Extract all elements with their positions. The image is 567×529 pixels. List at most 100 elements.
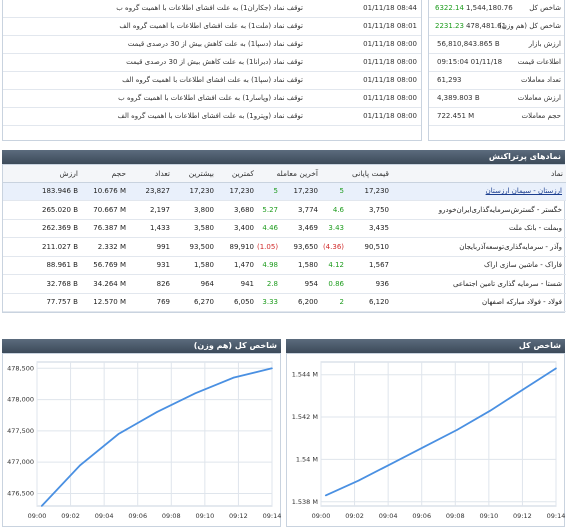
close-price: 90,510 <box>347 237 393 257</box>
y-tick-label: 476,500 <box>7 489 34 497</box>
stat-row: ارزش بازار 56,810,843.865 B <box>429 36 564 54</box>
symbol-name[interactable]: وآذر - سرمایه‌گذاری‌توسعه‌آذربایجان <box>392 237 567 257</box>
last-change: 3.33 <box>257 293 282 312</box>
symbol-link[interactable]: ارزستان - سیمان ارزستان <box>486 187 562 195</box>
table-row[interactable]: فاراک - ماشین سازی اراک 1,567 4.12 1,580 4.9… <box>3 256 567 275</box>
series-point <box>423 445 426 448</box>
table-row[interactable]: ارزستان - سیمان ارزستان 17,230 5 17,230 5 17,… <box>3 182 567 201</box>
symbol-name[interactable]: خگستر - گسترش‌سرمایه‌گذاری‌ایران‌خودرو <box>392 200 567 220</box>
max-price: 6,270 <box>173 293 217 312</box>
active-symbols-title: نمادهای پرتراکنش <box>488 152 561 161</box>
x-tick-label: 09:08 <box>162 512 181 520</box>
message-text: توقف نماد (دسپا1) به علت کاهش بیش از 30 … <box>127 40 303 48</box>
col-header-name[interactable]: نماد <box>392 165 567 183</box>
y-tick-label: 1.54 M <box>296 455 318 463</box>
stat-number: 09:15:04 01/11/18 <box>437 58 503 66</box>
stat-row: حجم معاملات 722.451 M <box>429 108 564 126</box>
series-point <box>456 428 459 431</box>
y-tick-label: 478,500 <box>7 364 34 372</box>
trade-value: 262.369 B <box>3 219 81 238</box>
x-tick-label: 09:06 <box>128 512 147 520</box>
stat-row: اطلاعات قیمت 09:15:04 01/11/18 <box>429 54 564 72</box>
series-point <box>156 411 158 413</box>
trade-count: 23,827 <box>129 182 173 201</box>
total-index-chart: 1.538 M 1.54 M 1.542 M 1.544 M 09:00 09:02 09:… <box>286 353 565 527</box>
max-price: 1,580 <box>173 256 217 275</box>
y-tick-label: 478,000 <box>7 396 34 404</box>
message-time: 01/11/18 08:01 <box>363 22 417 30</box>
stat-row: شاخص کل 6322.14 1,544,180.76 <box>429 0 564 18</box>
message-text: توقف نماد (سپا1) به علت افشای اطلاعات با… <box>122 76 303 84</box>
message-text: توقف نماد (دبرانا1) به علت کاهش بیش از 3… <box>126 58 303 66</box>
x-tick-label: 09:08 <box>446 512 465 520</box>
stat-change: 6322.14 <box>435 4 464 12</box>
stat-value: 722.451 M <box>435 112 474 120</box>
col-header-volume[interactable]: حجم <box>81 165 129 183</box>
series-point <box>324 494 327 497</box>
series-point <box>194 392 197 395</box>
y-tick-label: 1.538 M <box>292 498 318 506</box>
symbol-name[interactable]: فولاد - فولاد مبارکه اصفهان <box>392 293 567 312</box>
message-text: توقف نماد (جکاران1) به علت افشای اطلاعات… <box>116 4 303 12</box>
message-row[interactable]: 01/11/18 08:00 توقف نماد (وپاسار1) به علت… <box>3 90 421 108</box>
close-change: 3.43 <box>321 219 348 238</box>
y-tick-label: 1.542 M <box>292 413 318 421</box>
close-change: (4.36) <box>321 237 348 257</box>
trade-count: 1,433 <box>129 219 173 238</box>
table-row[interactable]: وآذر - سرمایه‌گذاری‌توسعه‌آذربایجان 90,51… <box>3 237 567 257</box>
stat-value: 6322.14 1,544,180.76 <box>435 4 513 12</box>
max-price: 3,580 <box>173 219 217 238</box>
last-change: 2.8 <box>257 274 282 294</box>
message-text: توقف نماد (وپترو1) به علت افشای اطلاعات … <box>117 112 303 120</box>
table-row[interactable]: شستا - سرمایه گذاری تامین اجتماعی 936 0.86… <box>3 274 567 294</box>
trade-volume: 2.332 M <box>81 237 129 257</box>
col-header-close[interactable]: قیمت پایانی <box>321 165 393 183</box>
table-row[interactable]: وبملت - بانک ملت 3,435 3.43 3,469 4.46 3,400 3… <box>3 219 567 238</box>
message-time: 01/11/18 08:00 <box>363 76 417 84</box>
trade-count: 2,197 <box>129 200 173 220</box>
message-row[interactable]: 01/11/18 08:00 توقف نماد (سپا1) به علت اف… <box>3 72 421 90</box>
max-price: 93,500 <box>173 237 217 257</box>
symbol-name[interactable]: ارزستان - سیمان ارزستان <box>392 182 567 201</box>
message-row[interactable]: 01/11/18 08:01 توقف نماد (ملت1) به علت اف… <box>3 18 421 36</box>
trade-volume: 12.570 M <box>81 293 129 312</box>
col-header-value[interactable]: ارزش <box>3 165 81 183</box>
series-point <box>522 388 524 391</box>
symbol-name[interactable]: فاراک - ماشین سازی اراک <box>392 256 567 275</box>
x-tick-label: 09:12 <box>229 512 248 520</box>
col-header-min[interactable]: کمترین <box>217 165 257 183</box>
message-row[interactable]: 01/11/18 08:00 توقف نماد (دبرانا1) به علت… <box>3 54 421 72</box>
table-row[interactable]: فولاد - فولاد مبارکه اصفهان 6,120 2 6,200 3.… <box>3 293 567 312</box>
message-row[interactable]: 01/11/18 08:00 توقف نماد (دسپا1) به علت ک… <box>3 36 421 54</box>
trade-count: 826 <box>129 274 173 294</box>
trade-value: 32.768 B <box>3 274 81 294</box>
stat-row: شاخص کل (هم وزن) 2231.23 478,481.61 <box>429 18 564 36</box>
equal-weight-index-chart-title: شاخص کل (هم وزن) <box>193 341 277 350</box>
message-row[interactable]: 01/11/18 08:00 توقف نماد (وپترو1) به علت … <box>3 108 421 126</box>
col-header-max[interactable]: بیشترین <box>173 165 217 183</box>
series-point <box>555 367 557 370</box>
series-point <box>79 464 81 467</box>
close-price: 3,750 <box>347 200 393 220</box>
message-time: 01/11/18 08:00 <box>363 40 417 48</box>
trade-volume: 56.769 M <box>81 256 129 275</box>
close-price: 6,120 <box>347 293 393 312</box>
series-point <box>117 433 120 435</box>
col-header-last[interactable]: آخرین معامله <box>257 165 322 183</box>
message-row[interactable]: 01/11/18 08:44 توقف نماد (جکاران1) به علت… <box>3 0 421 18</box>
equal-weight-index-chart-svg: 476,500 477,000 477,500 478,000 478,500 09:00… <box>7 361 281 520</box>
trade-count: 991 <box>129 237 173 257</box>
col-header-count[interactable]: تعداد <box>129 165 173 183</box>
min-price: 3,400 <box>217 219 257 238</box>
table-row[interactable]: خگستر - گسترش‌سرمایه‌گذاری‌ایران‌خودرو 3,… <box>3 200 567 220</box>
symbol-name[interactable]: وبملت - بانک ملت <box>392 219 567 238</box>
min-price: 3,680 <box>217 200 257 220</box>
total-index-chart-header: شاخص کل <box>286 339 565 353</box>
symbol-name[interactable]: شستا - سرمایه گذاری تامین اجتماعی <box>392 274 567 294</box>
message-time: 01/11/18 08:00 <box>363 112 417 120</box>
table-header-row: نماد قیمت پایانی آخرین معامله کمترین بیش… <box>3 165 567 183</box>
x-tick-label: 09:02 <box>61 512 80 520</box>
max-price: 964 <box>173 274 217 294</box>
message-time: 01/11/18 08:00 <box>363 94 417 102</box>
close-change: 4.12 <box>321 256 348 275</box>
